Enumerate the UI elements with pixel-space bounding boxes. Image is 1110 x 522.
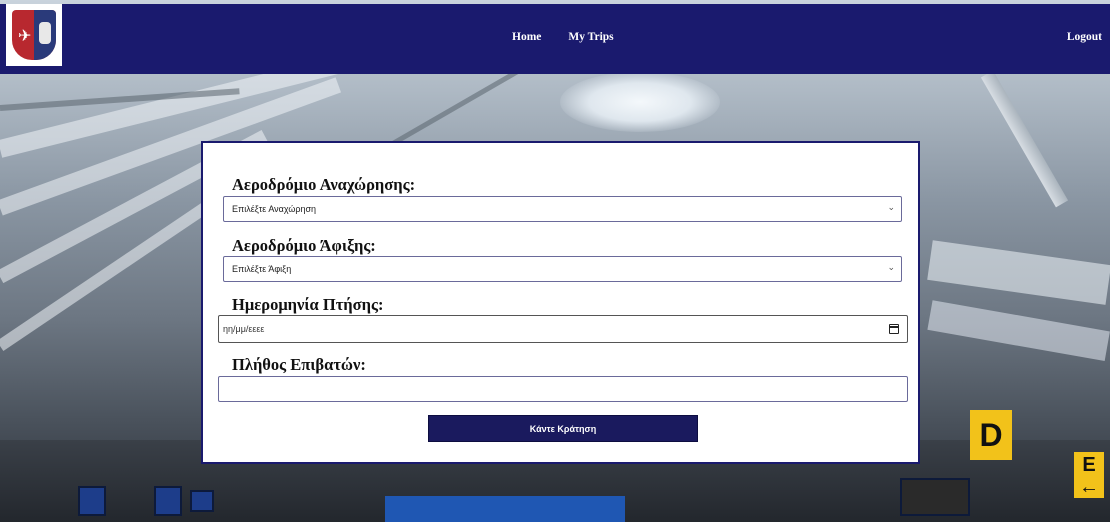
gate-sign-e-letter: E — [1082, 454, 1096, 476]
airline-logo[interactable]: ✈ — [6, 4, 62, 66]
chevron-down-icon: ⌄ — [887, 263, 895, 273]
arrival-selected-value: Επιλέξτε Άφιξη — [232, 264, 292, 274]
book-button[interactable]: Κάντε Κράτηση — [428, 415, 698, 442]
nav-links: Home My Trips — [512, 31, 614, 43]
logout-link[interactable]: Logout — [1067, 31, 1102, 43]
date-label: Ημερομηνία Πτήσης: — [232, 295, 384, 314]
top-navbar: ✈ Home My Trips Logout — [0, 4, 1110, 74]
departure-label: Αεροδρόμιο Αναχώρησης: — [232, 175, 416, 194]
gate-sign-e: E ← — [1074, 452, 1104, 498]
skylight — [560, 72, 720, 132]
departure-select[interactable]: Επιλέξτε Αναχώρηση ⌄ — [223, 196, 902, 222]
date-placeholder: ηη/μμ/εεεε — [223, 324, 265, 334]
arrival-select[interactable]: Επιλέξτε Άφιξη ⌄ — [223, 256, 902, 282]
arrival-label: Αεροδρόμιο Άφιξης: — [232, 236, 376, 255]
logo-figure-icon — [39, 22, 51, 44]
nav-my-trips-link[interactable]: My Trips — [568, 31, 613, 43]
booking-form-card: Αεροδρόμιο Αναχώρησης: Επιλέξτε Αναχώρησ… — [201, 141, 920, 464]
calendar-icon[interactable] — [888, 324, 899, 334]
info-board — [900, 478, 970, 516]
gate-sign-e-arrow: ← — [1079, 476, 1099, 498]
flight-date-input[interactable]: ηη/μμ/εεεε — [218, 315, 908, 343]
ceiling-duct — [927, 300, 1110, 362]
passengers-input[interactable] — [218, 376, 908, 402]
departure-screen — [154, 486, 182, 516]
departure-screen — [78, 486, 106, 516]
welcome-banner — [385, 496, 625, 522]
chevron-down-icon: ⌄ — [887, 203, 895, 213]
roof-truss — [980, 70, 1069, 208]
nav-home-link[interactable]: Home — [512, 31, 541, 43]
logo-shield-icon: ✈ — [12, 10, 56, 60]
ceiling-duct — [927, 240, 1110, 305]
departure-screen — [190, 490, 214, 512]
passengers-label: Πλήθος Επιβατών: — [232, 355, 366, 374]
departure-selected-value: Επιλέξτε Αναχώρηση — [232, 204, 317, 214]
gate-sign-d: D — [970, 410, 1012, 460]
plane-icon: ✈ — [18, 26, 32, 45]
